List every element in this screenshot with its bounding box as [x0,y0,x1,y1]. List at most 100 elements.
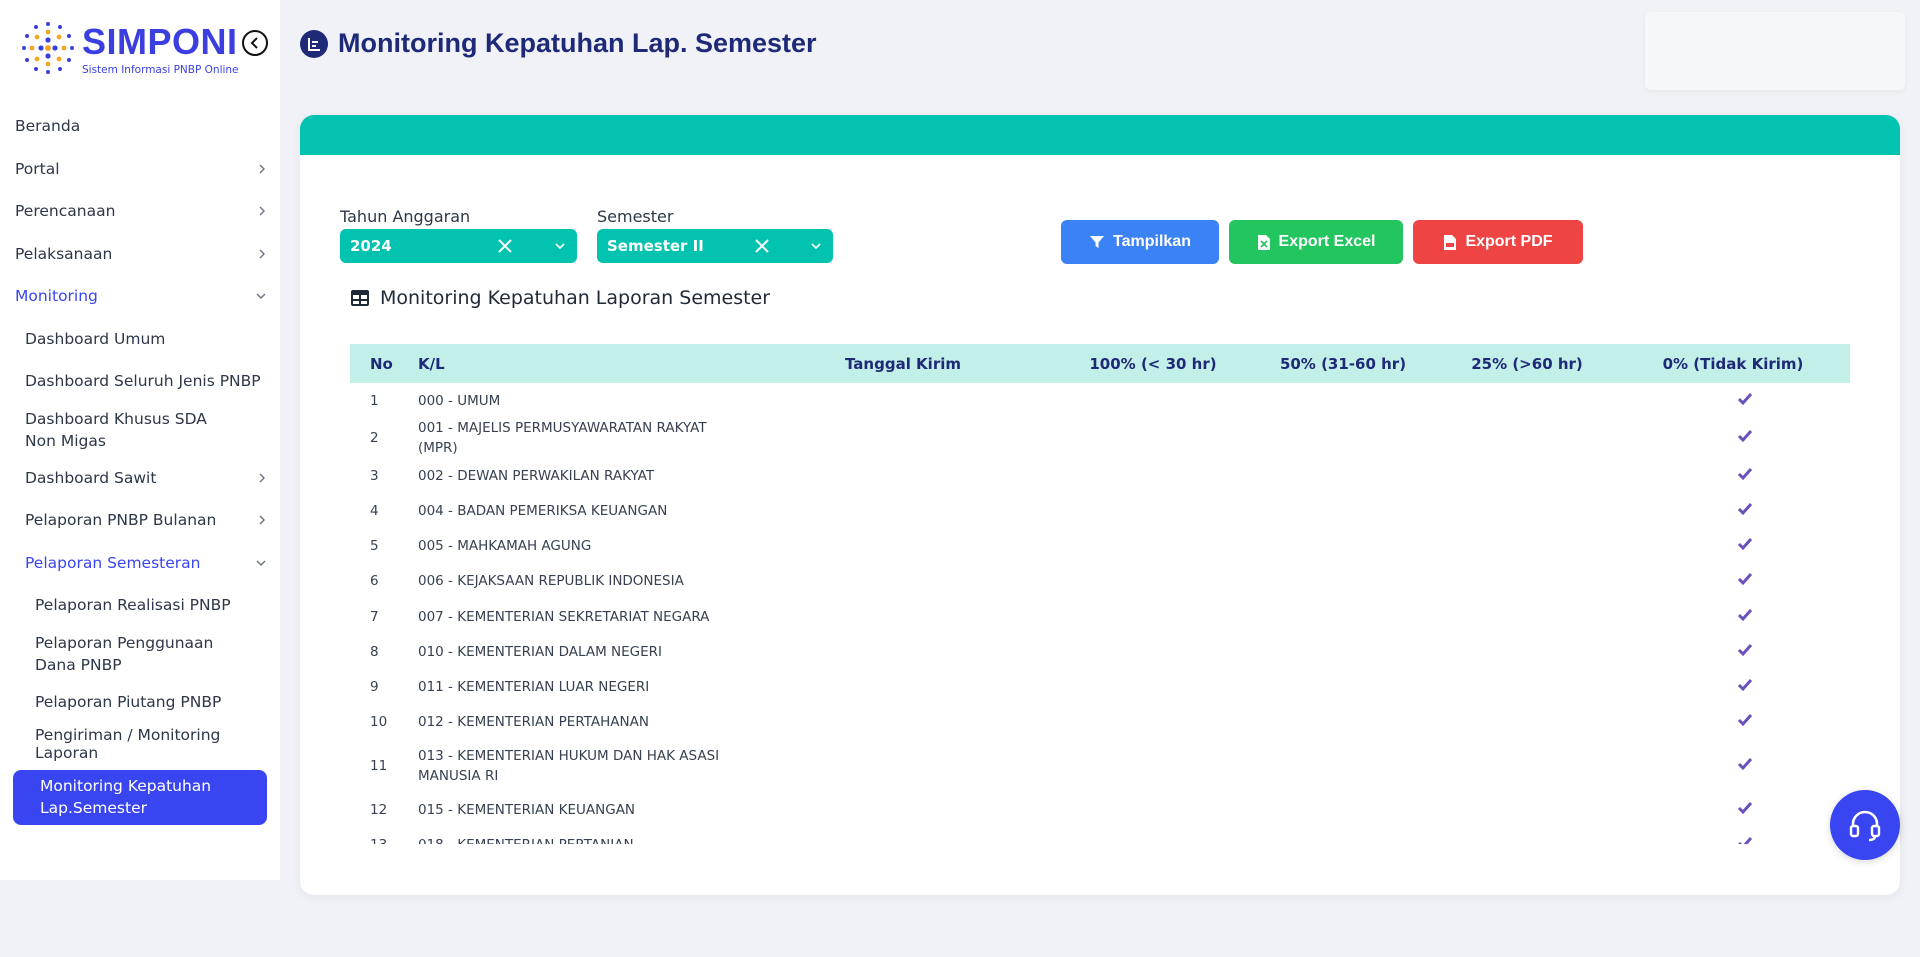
cell-tanggal-kirim [748,599,1058,634]
cell-100 [1058,705,1248,740]
cell-0 [1616,634,1850,669]
check-icon [1737,502,1753,516]
sidebar-item-perencanaan[interactable]: Perencanaan [0,190,280,233]
cell-25 [1438,705,1616,740]
cell-100 [1058,599,1248,634]
sidebar-item-label: Beranda [15,117,81,136]
sidebar-item-pelaksanaan[interactable]: Pelaksanaan [0,233,280,276]
cell-50 [1248,793,1438,828]
semester-select[interactable]: Semester II [597,229,833,263]
table-heading: Monitoring Kepatuhan Laporan Semester [350,287,770,309]
cell-50 [1248,564,1438,599]
cell-no: 5 [370,538,379,555]
cell-kl: 013 - KEMENTERIAN HUKUM DAN HAK ASASI MA… [418,748,720,785]
simponi-logo-icon [22,22,74,74]
tampilkan-button[interactable]: Tampilkan [1061,220,1219,264]
table-title: Monitoring Kepatuhan Laporan Semester [380,287,771,309]
cell-100 [1058,669,1248,704]
sidebar-item-label: Pelaksanaan [15,244,113,263]
header-user-area [1645,12,1905,90]
semester-value: Semester II [607,237,704,255]
sidebar-item-portal[interactable]: Portal [0,148,280,191]
cell-no: 3 [370,467,379,484]
sidebar-item-beranda[interactable]: Beranda [0,105,280,148]
cell-100 [1058,634,1248,669]
cell-50 [1248,634,1438,669]
sidebar-item-monitoring[interactable]: Monitoring [0,275,280,318]
column-header-50[interactable]: 50% (31-60 hr) [1248,344,1438,383]
export-pdf-button[interactable]: Export PDF [1413,220,1583,264]
sidebar-item-label: Pelaporan Penggunaan Dana PNBP [35,633,214,674]
sidebar-item-label: Pelaporan Piutang PNBP [35,692,222,711]
column-header-tanggal-kirim[interactable]: Tanggal Kirim [748,344,1058,383]
cell-0 [1616,418,1850,458]
check-icon [1737,467,1753,480]
column-header-100[interactable]: 100% (< 30 hr) [1058,344,1248,383]
sidebar-item-label: Pelaporan PNBP Bulanan [25,511,217,530]
cell-25 [1438,529,1616,564]
cell-50 [1248,529,1438,564]
cell-no: 6 [370,573,379,590]
column-header-no[interactable]: No [350,344,418,383]
cell-0 [1616,493,1850,528]
sidebar-collapse-button[interactable] [242,30,268,56]
sidebar-item-label: Dashboard Sawit [25,468,157,487]
sidebar-item-dashboard-sawit[interactable]: Dashboard Sawit [0,457,280,500]
cell-no: 1 [370,392,379,409]
sidebar-item-pelaporan-penggunaan-dana[interactable]: Pelaporan Penggunaan Dana PNBP [0,627,280,681]
brand[interactable]: SIMPONI Sistem Informasi PNBP Online [18,18,239,78]
cell-25 [1438,828,1616,844]
cell-0 [1616,529,1850,564]
column-header-kl[interactable]: K/L [418,344,748,383]
tahun-anggaran-label: Tahun Anggaran [340,207,471,226]
sidebar-item-label: Monitoring Kepatuhan Lap.Semester [40,777,212,817]
compliance-table-wrap[interactable]: No K/L Tanggal Kirim 100% (< 30 hr) 50% … [350,344,1850,844]
sidebar: SIMPONI Sistem Informasi PNBP Online Ber… [0,0,280,880]
clear-icon[interactable] [754,238,770,254]
sidebar-item-pengiriman-monitoring-laporan[interactable]: Pengiriman / Monitoring Laporan [0,723,280,766]
sidebar-item-label: Dashboard Khusus SDA Non Migas [25,409,207,450]
sidebar-item-dashboard-seluruh-jenis-pnbp[interactable]: Dashboard Seluruh Jenis PNBP [0,360,280,403]
brand-name: SIMPONI [82,21,238,62]
sidebar-item-label: Pelaporan Realisasi PNBP [35,596,231,615]
cell-tanggal-kirim [748,740,1058,793]
chevron-down-icon [555,243,565,250]
cell-50 [1248,493,1438,528]
cell-0 [1616,793,1850,828]
page-header: Monitoring Kepatuhan Lap. Semester [300,28,817,59]
export-excel-label: Export Excel [1278,233,1376,250]
cell-25 [1438,383,1616,418]
cell-tanggal-kirim [748,529,1058,564]
cell-0 [1616,458,1850,493]
sidebar-item-pelaporan-realisasi-pnbp[interactable]: Pelaporan Realisasi PNBP [0,584,280,627]
sidebar-item-pelaporan-semesteran[interactable]: Pelaporan Semesteran [0,542,280,585]
clear-icon[interactable] [497,238,513,254]
table-row: 5 005 - MAHKAMAH AGUNG [350,529,1850,564]
cell-100 [1058,828,1248,844]
help-support-button[interactable] [1830,790,1900,860]
chevron-right-icon [259,473,265,483]
export-pdf-label: Export PDF [1465,233,1553,250]
cell-25 [1438,493,1616,528]
cell-tanggal-kirim [748,493,1058,528]
sidebar-item-pelaporan-pnbp-bulanan[interactable]: Pelaporan PNBP Bulanan [0,499,280,542]
sidebar-item-dashboard-umum[interactable]: Dashboard Umum [0,318,280,361]
cell-tanggal-kirim [748,458,1058,493]
table-row: 10 012 - KEMENTERIAN PERTAHANAN [350,705,1850,740]
column-header-25[interactable]: 25% (>60 hr) [1438,344,1616,383]
sidebar-item-pelaporan-piutang-pnbp[interactable]: Pelaporan Piutang PNBP [0,681,280,724]
sidebar-item-dashboard-khusus-sda[interactable]: Dashboard Khusus SDA Non Migas [0,403,280,457]
sidebar-item-monitoring-kepatuhan[interactable]: Monitoring Kepatuhan Lap.Semester [13,769,267,825]
check-icon [1737,392,1753,405]
table-body: 1 000 - UMUM 2 001 - MAJELIS PERMUSYAWARATA… [350,383,1850,844]
export-excel-button[interactable]: Export Excel [1229,220,1403,264]
cell-tanggal-kirim [748,383,1058,418]
column-header-0[interactable]: 0% (Tidak Kirim) [1616,344,1850,383]
cell-no: 12 [370,802,388,819]
cell-tanggal-kirim [748,793,1058,828]
tahun-anggaran-select[interactable]: 2024 [340,229,577,263]
cell-kl: 011 - KEMENTERIAN LUAR NEGERI [418,678,650,695]
cell-kl: 005 - MAHKAMAH AGUNG [418,538,592,555]
sidebar-item-label: Dashboard Seluruh Jenis PNBP [25,372,261,391]
table-row: 4 004 - BADAN PEMERIKSA KEUANGAN [350,493,1850,528]
